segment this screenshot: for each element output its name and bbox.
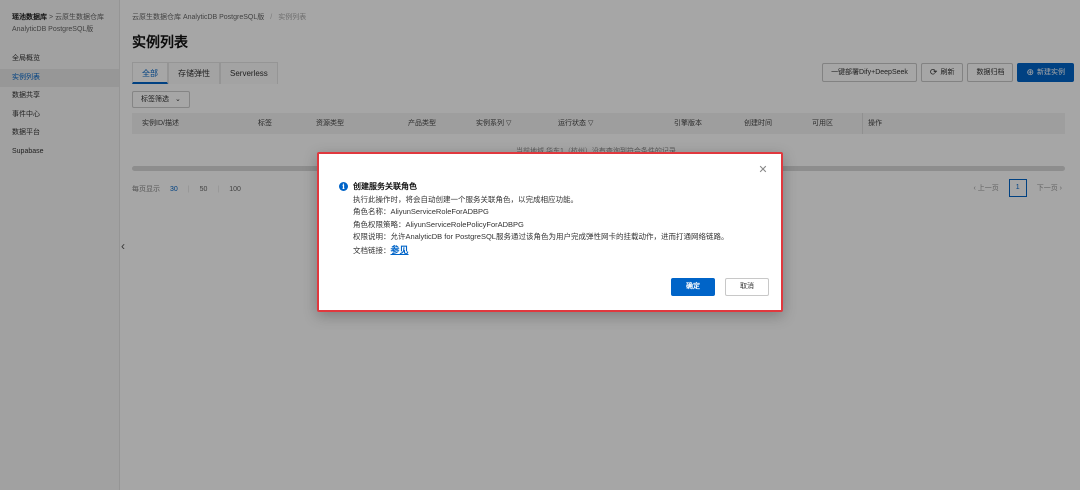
dialog-permission-desc: 权限说明：允许AnalyticDB for PostgreSQL服务通过该角色为… [353, 232, 729, 242]
doc-link[interactable]: 参见 [391, 245, 409, 255]
confirm-button[interactable]: 确定 [671, 278, 715, 296]
dialog-body: 执行此操作时，将会自动创建一个服务关联角色，以完成相应功能。 角色名称：Aliy… [353, 194, 773, 257]
dialog-title: 创建服务关联角色 [353, 182, 417, 191]
dialog-doc-link-row: 文档链接：参见 [353, 244, 773, 257]
dialog-footer: 确定 取消 [671, 278, 769, 296]
dialog-role-name: 角色名称：AliyunServiceRoleForADBPG [353, 207, 489, 217]
dialog-role-policy: 角色权限策略：AliyunServiceRolePolicyForADBPG [353, 219, 524, 229]
info-icon: i [339, 182, 348, 191]
cancel-button[interactable]: 取消 [725, 278, 769, 296]
close-icon[interactable]: ✕ [757, 164, 769, 176]
dialog-description: 执行此操作时，将会自动创建一个服务关联角色，以完成相应功能。 [353, 195, 578, 204]
service-role-dialog: ✕ i 创建服务关联角色 执行此操作时，将会自动创建一个服务关联角色，以完成相应… [317, 152, 783, 312]
dialog-doc-link-label: 文档链接： [353, 245, 391, 255]
dialog-header: i 创建服务关联角色 [339, 181, 417, 192]
